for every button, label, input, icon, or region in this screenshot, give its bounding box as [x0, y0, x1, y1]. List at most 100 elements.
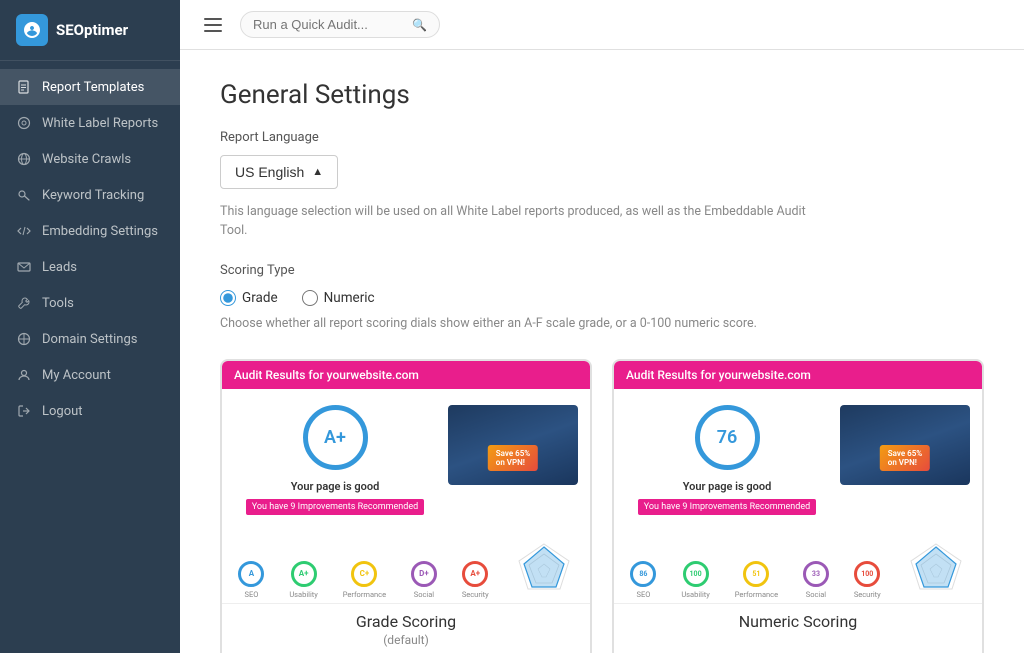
numeric-mini-performance-label: Performance: [735, 590, 778, 599]
sidebar-item-embedding-settings[interactable]: Embedding Settings: [0, 213, 180, 249]
numeric-card-inner: Audit Results for yourwebsite.com 76 You…: [614, 361, 982, 603]
grade-mini-security-circle: A+: [462, 561, 488, 587]
grade-card-body: A+ Your page is good You have 9 Improvem…: [222, 389, 590, 531]
sidebar-item-website-crawls[interactable]: Website Crawls: [0, 141, 180, 177]
sidebar-label-website-crawls: Website Crawls: [42, 152, 131, 167]
grade-mini-performance-circle: C+: [351, 561, 377, 587]
numeric-score-circle: 76: [695, 405, 760, 470]
scoring-type-label: Scoring Type: [220, 263, 984, 278]
radio-grade-label: Grade: [242, 290, 278, 306]
globe-icon: [16, 151, 32, 167]
sidebar-item-report-templates[interactable]: Report Templates: [0, 69, 180, 105]
radio-grade[interactable]: Grade: [220, 290, 278, 306]
numeric-mini-usability-label: Usability: [681, 590, 710, 599]
numeric-mini-circles: 86 SEO 100 Usability 51 Performance 33: [614, 531, 982, 603]
logout-icon: [16, 403, 32, 419]
hamburger-line-2: [204, 24, 222, 26]
numeric-mini-performance-circle: 51: [743, 561, 769, 587]
content-area: General Settings Report Language US Engl…: [180, 50, 1024, 653]
sidebar-label-white-label-reports: White Label Reports: [42, 116, 158, 131]
radio-grade-input[interactable]: [220, 290, 236, 306]
scoring-info-text: Choose whether all report scoring dials …: [220, 316, 820, 331]
numeric-score-area: 76 Your page is good You have 9 Improvem…: [626, 405, 828, 515]
app-logo-icon: [16, 14, 48, 46]
grade-radar-chart: [514, 539, 574, 599]
search-icon: 🔍: [412, 18, 427, 32]
numeric-mini-seo-label: SEO: [636, 590, 650, 599]
sidebar-item-keyword-tracking[interactable]: Keyword Tracking: [0, 177, 180, 213]
sidebar-item-domain-settings[interactable]: Domain Settings: [0, 321, 180, 357]
numeric-mini-seo: 86 SEO: [630, 561, 656, 599]
numeric-radar-chart: [906, 539, 966, 599]
language-info-text: This language selection will be used on …: [220, 203, 820, 241]
grade-mini-seo: A SEO: [238, 561, 264, 599]
numeric-mini-social: 33 Social: [803, 561, 829, 599]
numeric-mini-social-label: Social: [806, 590, 826, 599]
sidebar-item-leads[interactable]: Leads: [0, 249, 180, 285]
grade-mini-performance: C+ Performance: [343, 561, 386, 599]
language-select-button[interactable]: US English ▲: [220, 155, 338, 189]
sidebar-item-white-label-reports[interactable]: White Label Reports: [0, 105, 180, 141]
numeric-mini-security-label: Security: [854, 590, 881, 599]
language-arrow: ▲: [312, 166, 323, 178]
topbar: 🔍: [180, 0, 1024, 50]
sidebar-label-logout: Logout: [42, 404, 83, 419]
app-name: SEOptimer: [56, 21, 128, 39]
grade-ad-badge: Save 65%on VPN!: [488, 445, 538, 471]
sidebar-label-report-templates: Report Templates: [42, 80, 144, 95]
sidebar-logo: SEOptimer: [0, 0, 180, 61]
globe2-icon: [16, 331, 32, 347]
grade-mini-circles: A SEO A+ Usability C+ Performance D+: [222, 531, 590, 603]
hamburger-button[interactable]: [200, 14, 226, 36]
grade-card-header: Audit Results for yourwebsite.com: [222, 361, 590, 389]
hamburger-line-3: [204, 30, 222, 32]
sidebar-label-domain-settings: Domain Settings: [42, 332, 137, 347]
grade-mini-security: A+ Security: [462, 561, 489, 599]
numeric-good-text: Your page is good: [683, 480, 772, 493]
sidebar-label-tools: Tools: [42, 296, 74, 311]
numeric-mini-seo-circle: 86: [630, 561, 656, 587]
sidebar-item-tools[interactable]: Tools: [0, 285, 180, 321]
numeric-imp-badge: You have 9 Improvements Recommended: [638, 499, 816, 515]
code-icon: [16, 223, 32, 239]
grade-mini-performance-label: Performance: [343, 590, 386, 599]
page-title: General Settings: [220, 80, 984, 110]
search-input[interactable]: [253, 17, 406, 32]
grade-score-circle: A+: [303, 405, 368, 470]
mail-icon: [16, 259, 32, 275]
grade-card-footer-sub: (default): [222, 633, 590, 653]
grade-mini-seo-circle: A: [238, 561, 264, 587]
scoring-cards: Audit Results for yourwebsite.com A+ You…: [220, 359, 984, 653]
numeric-card-footer-sub: [614, 633, 982, 653]
sidebar-label-my-account: My Account: [42, 368, 111, 383]
grade-mini-usability: A+ Usability: [289, 561, 318, 599]
grade-good-text: Your page is good: [291, 480, 380, 493]
sidebar-item-logout[interactable]: Logout: [0, 393, 180, 429]
file-icon: [16, 79, 32, 95]
radio-numeric[interactable]: Numeric: [302, 290, 375, 306]
user-icon: [16, 367, 32, 383]
sidebar-label-keyword-tracking: Keyword Tracking: [42, 188, 144, 203]
numeric-card-header: Audit Results for yourwebsite.com: [614, 361, 982, 389]
tag-icon: [16, 115, 32, 131]
grade-mini-social-label: Social: [414, 590, 434, 599]
grade-mini-social: D+ Social: [411, 561, 437, 599]
sidebar-nav: Report Templates White Label Reports We: [0, 61, 180, 653]
grade-imp-badge: You have 9 Improvements Recommended: [246, 499, 424, 515]
numeric-card-footer-label: Numeric Scoring: [614, 603, 982, 633]
hamburger-line-1: [204, 18, 222, 20]
sidebar-item-my-account[interactable]: My Account: [0, 357, 180, 393]
radio-numeric-input[interactable]: [302, 290, 318, 306]
grade-mini-seo-label: SEO: [244, 590, 258, 599]
grade-mini-usability-circle: A+: [291, 561, 317, 587]
tool-icon: [16, 295, 32, 311]
grade-scoring-card: Audit Results for yourwebsite.com A+ You…: [220, 359, 592, 653]
numeric-mini-social-circle: 33: [803, 561, 829, 587]
radio-numeric-label: Numeric: [324, 290, 375, 306]
sidebar-label-embedding-settings: Embedding Settings: [42, 224, 158, 239]
grade-card-inner: Audit Results for yourwebsite.com A+ You…: [222, 361, 590, 603]
search-box: 🔍: [240, 11, 440, 38]
grade-card-footer-label: Grade Scoring: [222, 603, 590, 633]
sidebar: SEOptimer Report Templates: [0, 0, 180, 653]
main-area: 🔍 General Settings Report Language US En…: [180, 0, 1024, 653]
